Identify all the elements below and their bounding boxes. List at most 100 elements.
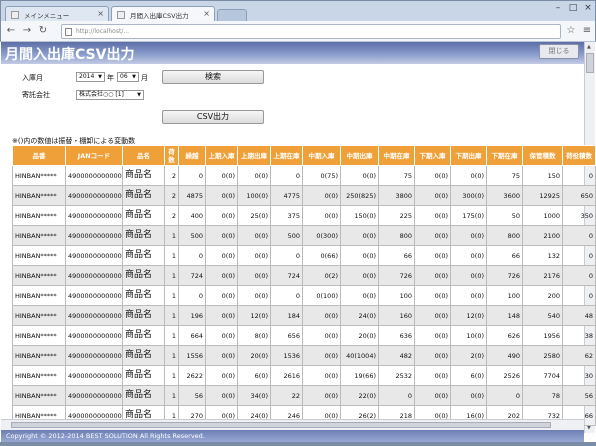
bookmark-star-icon[interactable]: ☆: [565, 25, 577, 37]
table-cell: 75: [486, 165, 523, 186]
table-cell: 4875: [178, 185, 206, 206]
table-cell: 4900000000000: [65, 245, 123, 266]
table-cell: 100: [486, 285, 523, 306]
year-select[interactable]: 2014 ▼: [76, 72, 105, 82]
table-cell: 0: [562, 285, 596, 306]
table-cell: 0: [562, 265, 596, 286]
table-cell: 196: [178, 305, 206, 326]
table-row: HINBAN***** 4900000000000 商品名 1 500 0(0) 0(0) 5…: [12, 225, 596, 246]
table-header-row: 品番 JANコード 品名 荷数 繰越 上期入庫 上期出庫 上期在庫 中期入庫 中期出庫 中期在庫 下期…: [12, 145, 596, 166]
maximize-icon[interactable]: □: [566, 1, 580, 15]
table-cell: 4900000000000: [65, 305, 123, 326]
table-cell: 100(0): [237, 185, 271, 206]
table-cell: 4900000000000: [65, 285, 123, 306]
scroll-thumb[interactable]: [586, 53, 594, 73]
close-button[interactable]: 閉じる: [539, 44, 579, 59]
table-cell: 482: [378, 345, 415, 366]
table-cell: 724: [270, 265, 303, 286]
table-cell: 56: [178, 385, 206, 406]
month-select[interactable]: 06 ▼: [117, 72, 139, 82]
table-cell: 726: [378, 265, 415, 286]
table-cell: 0: [178, 245, 206, 266]
table-cell: 4900000000000: [65, 185, 123, 206]
table-cell: 726: [486, 265, 523, 286]
table-cell: 2616: [270, 365, 303, 386]
tab-main-menu[interactable]: メインメニュー ×: [5, 6, 109, 22]
product-name-cell: 商品名: [122, 305, 165, 326]
table-cell: 20(0): [237, 345, 271, 366]
url-input[interactable]: http://localhost/...: [61, 24, 561, 39]
table-cell: 0(0): [205, 345, 238, 366]
table-cell: 350: [562, 205, 596, 226]
search-button[interactable]: 検索: [162, 70, 264, 84]
product-name-cell: 商品名: [122, 225, 165, 246]
table-cell: 22: [270, 385, 303, 406]
tab-monthly-csv[interactable]: 月間入出庫CSV出力 ×: [111, 6, 215, 22]
table-cell: 0(0): [414, 345, 451, 366]
browser-tab-bar: メインメニュー × 月間入出庫CSV出力 × – □ ×: [0, 0, 596, 22]
table-cell: 4900000000000: [65, 165, 123, 186]
column-header: 保管積数: [522, 145, 563, 166]
column-header: 上期出庫: [237, 145, 271, 166]
close-tab-icon[interactable]: ×: [97, 9, 104, 18]
table-cell: 0(0): [205, 365, 238, 386]
table-cell: 1536: [270, 345, 303, 366]
table-cell: 6(0): [237, 365, 271, 386]
table-cell: 626: [486, 325, 523, 346]
close-window-icon[interactable]: ×: [581, 1, 595, 15]
table-cell: 0(0): [414, 205, 451, 226]
table-cell: 0: [562, 245, 596, 266]
close-tab-icon[interactable]: ×: [203, 9, 210, 18]
menu-icon[interactable]: ≡: [581, 25, 593, 37]
table-cell: 0(0): [414, 305, 451, 326]
month-label: 入庫月: [22, 74, 43, 82]
table-cell: 0(0): [205, 285, 238, 306]
column-header: 中期入庫: [302, 145, 341, 166]
product-name-cell: 商品名: [122, 285, 165, 306]
forward-icon[interactable]: →: [21, 25, 33, 37]
table-cell: 8(0): [237, 325, 271, 346]
back-icon[interactable]: ←: [5, 25, 17, 37]
table-cell: 0(0): [450, 285, 487, 306]
table-cell: 636: [378, 325, 415, 346]
table-cell: 4900000000000: [65, 325, 123, 346]
table-cell: 0(0): [302, 385, 341, 406]
company-select[interactable]: 株式会社○○ [1] ▼: [76, 90, 144, 100]
table-cell: 0(0): [205, 185, 238, 206]
table-cell: 2(0): [450, 345, 487, 366]
table-cell: 250(825): [340, 185, 379, 206]
table-cell: 1: [164, 225, 179, 246]
table-cell: 3600: [486, 185, 523, 206]
table-cell: 1: [164, 345, 179, 366]
product-name-cell: 商品名: [122, 345, 165, 366]
table-cell: 66: [378, 245, 415, 266]
table-cell: 7704: [522, 365, 563, 386]
minimize-icon[interactable]: –: [551, 1, 565, 15]
column-header: 中期在庫: [378, 145, 415, 166]
table-cell: 0(66): [302, 245, 341, 266]
table-cell: 19(66): [340, 365, 379, 386]
table-cell: 0(0): [237, 225, 271, 246]
table-cell: 1: [164, 245, 179, 266]
table-cell: 540: [522, 305, 563, 326]
table-cell: 0: [562, 225, 596, 246]
table-cell: 0(0): [302, 365, 341, 386]
url-text: http://localhost/...: [76, 28, 130, 35]
scroll-up-icon[interactable]: ▲: [587, 44, 591, 50]
table-cell: 1: [164, 385, 179, 406]
horizontal-scrollbar[interactable]: [1, 419, 584, 430]
table-cell: 0: [270, 285, 303, 306]
table-cell: 1000: [522, 205, 563, 226]
address-bar-row: ← → ↻ http://localhost/... ☆ ≡: [0, 21, 596, 42]
scroll-thumb[interactable]: [11, 422, 551, 428]
table-cell: 10(0): [450, 325, 487, 346]
table-cell: 0(0): [450, 385, 487, 406]
table-cell: 100: [378, 285, 415, 306]
table-cell: HINBAN*****: [12, 265, 66, 286]
table-cell: 20(0): [340, 325, 379, 346]
table-cell: 0(0): [340, 165, 379, 186]
reload-icon[interactable]: ↻: [37, 25, 49, 37]
table-cell: 0: [270, 245, 303, 266]
csv-export-button[interactable]: CSV出力: [162, 110, 264, 124]
table-cell: 66: [486, 245, 523, 266]
